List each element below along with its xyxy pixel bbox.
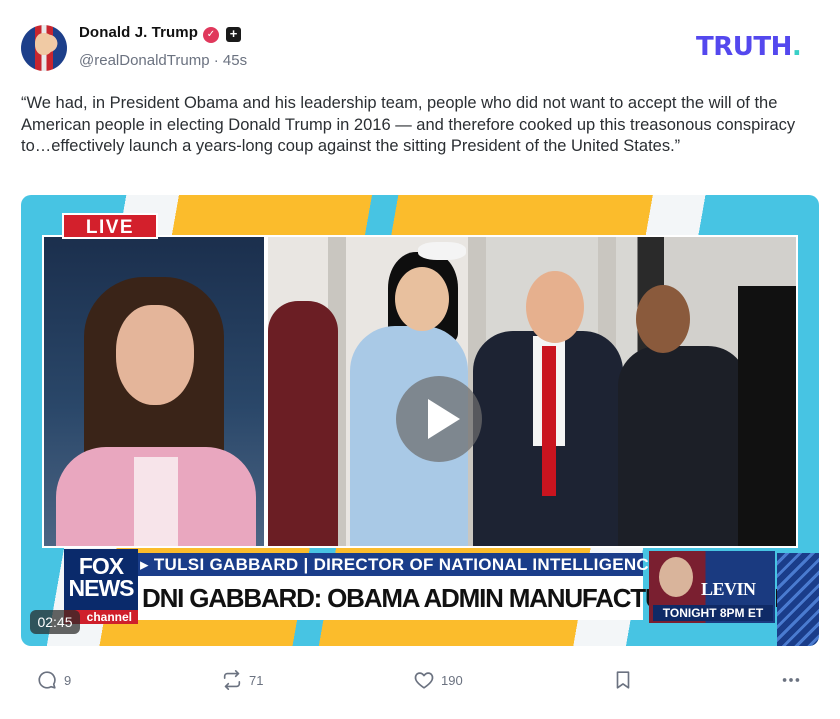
live-badge: LIVE (62, 213, 158, 239)
video-player[interactable]: LIVE ▸ TULSI GABBARD | DIRECTOR OF NATIO… (21, 195, 819, 646)
fox-news-logo: FOX NEWS (64, 549, 138, 619)
more-options-button[interactable] (780, 668, 802, 692)
show-promo: LEVIN TONIGHT 8PM ET (649, 551, 775, 623)
truth-social-logo: TRUTH. (696, 32, 802, 62)
reply-count: 9 (64, 672, 72, 688)
author-avatar[interactable] (21, 25, 67, 71)
heart-icon (414, 672, 434, 689)
like-button[interactable]: 190 (413, 668, 463, 692)
author-handle[interactable]: @realDonaldTrump (79, 52, 210, 69)
verified-check-icon: ✓ (203, 27, 219, 43)
play-button-icon[interactable] (396, 376, 482, 462)
post-actions-bar: 9 71 190 (0, 660, 840, 700)
decorative-stripes (777, 553, 819, 646)
author-meta: @realDonaldTrump · 45s (79, 52, 247, 69)
post-timestamp[interactable]: 45s (223, 52, 247, 69)
reply-button[interactable]: 9 (36, 668, 71, 692)
chyron-headline: DNI GABBARD: OBAMA ADMIN MANUFACTURED IN… (134, 576, 819, 620)
logo-dot: . (791, 32, 802, 62)
video-thumbnail-scene (268, 237, 796, 546)
logo-text: TRUTH (696, 32, 792, 62)
bookmark-icon (616, 671, 630, 689)
like-count: 190 (441, 672, 463, 688)
retruth-count: 71 (249, 672, 264, 688)
reply-icon (38, 671, 56, 689)
bookmark-button[interactable] (612, 668, 634, 692)
more-dots-icon (782, 678, 800, 682)
plus-badge-icon: + (226, 27, 241, 42)
video-thumbnail-anchor (44, 237, 264, 546)
author-name[interactable]: Donald J. Trump (79, 24, 198, 41)
video-duration: 02:45 (30, 610, 80, 634)
retruth-icon (223, 670, 241, 690)
promo-time: TONIGHT 8PM ET (653, 605, 773, 621)
meta-separator: · (213, 52, 219, 69)
promo-show-title: LEVIN (701, 579, 756, 599)
post-text: “We had, in President Obama and his lead… (21, 94, 796, 155)
chyron-subtitle: ▸ TULSI GABBARD | DIRECTOR OF NATIONAL I… (134, 553, 660, 576)
retruth-button[interactable]: 71 (221, 668, 263, 692)
